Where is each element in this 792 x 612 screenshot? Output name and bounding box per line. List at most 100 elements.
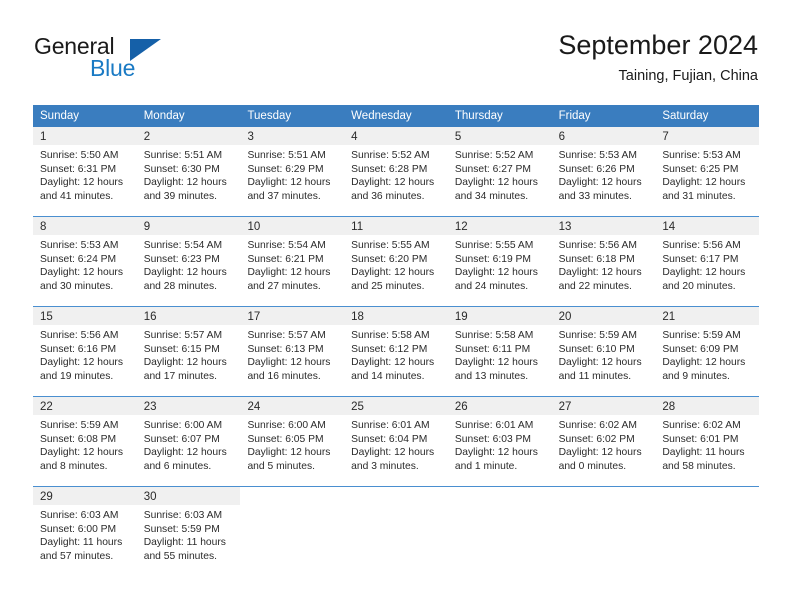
sunrise-text: Sunrise: 6:01 AM (351, 420, 430, 431)
date-strip: 29 (33, 487, 137, 505)
day-cell[interactable]: 18 Sunrise: 5:58 AM Sunset: 6:12 PM Dayligh… (344, 307, 448, 396)
day-cell[interactable]: 2 Sunrise: 5:51 AM Sunset: 6:30 PM Daylight… (136, 127, 241, 216)
date-number: 4 (351, 131, 358, 143)
day-cell[interactable]: 23 Sunrise: 6:00 AM Sunset: 6:07 PM Dayligh… (136, 397, 241, 486)
day-details: Sunrise: 6:03 AM Sunset: 5:59 PM Daylight:… (137, 505, 241, 563)
calendar-weeks: 1 Sunrise: 5:50 AM Sunset: 6:31 PM Daylight… (33, 127, 760, 576)
daylight-text-line2: and 27 minutes. (247, 280, 321, 292)
date-number: 25 (351, 401, 364, 413)
date-strip: 15 (33, 307, 137, 325)
sunset-text: Sunset: 6:27 PM (454, 163, 532, 175)
day-cell[interactable]: 5 Sunrise: 5:52 AM Sunset: 6:27 PM Daylight… (447, 127, 552, 216)
day-details: Sunrise: 5:52 AM Sunset: 6:27 PM Daylight:… (448, 145, 552, 203)
day-cell[interactable]: 20 Sunrise: 5:59 AM Sunset: 6:10 PM Dayligh… (551, 307, 656, 396)
date-number: 21 (662, 311, 676, 323)
sunset-text: Sunset: 6:02 PM (558, 433, 635, 445)
daylight-text-line1: Daylight: 12 hours (143, 267, 227, 279)
date-strip: 23 (136, 397, 241, 415)
day-cell[interactable]: 19 Sunrise: 5:58 AM Sunset: 6:11 PM Dayligh… (447, 307, 552, 396)
day-cell[interactable]: 13 Sunrise: 5:56 AM Sunset: 6:18 PM Dayligh… (551, 217, 656, 306)
sunrise-text: Sunrise: 6:03 AM (143, 510, 223, 521)
date-strip (655, 487, 759, 505)
weekday-header-tuesday: Tuesday (247, 110, 292, 122)
sunset-text: Sunset: 6:13 PM (247, 343, 324, 355)
day-details: Sunrise: 5:59 AM Sunset: 6:10 PM Daylight:… (552, 325, 656, 383)
day-cell[interactable]: 22 Sunrise: 5:59 AM Sunset: 6:08 PM Dayligh… (33, 397, 137, 486)
day-cell[interactable]: 29 Sunrise: 6:03 AM Sunset: 6:00 PM Dayligh… (33, 487, 137, 576)
day-cell[interactable]: 1 Sunrise: 5:50 AM Sunset: 6:31 PM Daylight… (33, 127, 137, 216)
day-cell[interactable]: 7 Sunrise: 5:53 AM Sunset: 6:25 PM Daylight… (655, 127, 760, 216)
day-cell[interactable]: 4 Sunrise: 5:52 AM Sunset: 6:28 PM Daylight… (344, 127, 448, 216)
date-strip: 6 (551, 127, 656, 145)
day-details: Sunrise: 5:50 AM Sunset: 6:31 PM Daylight:… (33, 145, 137, 203)
day-cell[interactable]: 9 Sunrise: 5:54 AM Sunset: 6:23 PM Daylight… (136, 217, 241, 306)
daylight-text-line2: and 30 minutes. (40, 280, 114, 292)
day-cell-empty (447, 487, 552, 576)
daylight-text-line2: and 9 minutes. (662, 370, 730, 382)
sunset-text: Sunset: 6:29 PM (247, 163, 324, 175)
sunset-text: Sunset: 6:04 PM (351, 433, 428, 445)
sunset-text: Sunset: 6:26 PM (558, 163, 635, 175)
sunset-text: Sunset: 5:59 PM (143, 523, 220, 535)
daylight-text-line1: Daylight: 12 hours (351, 357, 435, 369)
day-cell[interactable]: 24 Sunrise: 6:00 AM Sunset: 6:05 PM Dayligh… (240, 397, 345, 486)
weekday-header-wednesday: Wednesday (351, 110, 412, 122)
day-cell[interactable]: 11 Sunrise: 5:55 AM Sunset: 6:20 PM Dayligh… (344, 217, 448, 306)
day-cell[interactable]: 28 Sunrise: 6:02 AM Sunset: 6:01 PM Dayligh… (655, 397, 760, 486)
daylight-text-line2: and 8 minutes. (40, 460, 108, 472)
day-cell[interactable]: 26 Sunrise: 6:01 AM Sunset: 6:03 PM Dayligh… (447, 397, 552, 486)
week-row: 22 Sunrise: 5:59 AM Sunset: 6:08 PM Dayligh… (33, 396, 760, 486)
sunset-text: Sunset: 6:11 PM (454, 343, 531, 355)
day-cell[interactable]: 15 Sunrise: 5:56 AM Sunset: 6:16 PM Dayligh… (33, 307, 137, 396)
daylight-text-line1: Daylight: 12 hours (247, 447, 331, 459)
date-number: 27 (558, 401, 572, 413)
date-number: 12 (454, 221, 468, 233)
daylight-text-line1: Daylight: 12 hours (662, 357, 746, 369)
sunrise-text: Sunrise: 5:56 AM (558, 240, 638, 251)
daylight-text-line1: Daylight: 12 hours (558, 357, 642, 369)
date-number: 8 (40, 221, 47, 233)
date-number: 11 (351, 221, 364, 233)
daylight-text-line1: Daylight: 12 hours (454, 267, 538, 279)
sunrise-text: Sunrise: 5:54 AM (143, 240, 223, 251)
sunrise-text: Sunrise: 5:50 AM (40, 150, 119, 161)
sunrise-text: Sunrise: 5:57 AM (143, 330, 223, 341)
date-number: 9 (143, 221, 151, 233)
day-cell[interactable]: 21 Sunrise: 5:59 AM Sunset: 6:09 PM Dayligh… (655, 307, 760, 396)
day-details: Sunrise: 5:56 AM Sunset: 6:18 PM Daylight:… (552, 235, 656, 293)
date-number: 7 (662, 131, 669, 143)
day-cell[interactable]: 25 Sunrise: 6:01 AM Sunset: 6:04 PM Dayligh… (344, 397, 448, 486)
date-strip: 20 (551, 307, 656, 325)
sunrise-text: Sunrise: 6:02 AM (558, 420, 638, 431)
day-cell[interactable]: 30 Sunrise: 6:03 AM Sunset: 5:59 PM Dayligh… (136, 487, 241, 576)
date-strip: 5 (447, 127, 552, 145)
day-cell[interactable]: 12 Sunrise: 5:55 AM Sunset: 6:19 PM Dayligh… (447, 217, 552, 306)
weekday-header-saturday: Saturday (662, 110, 709, 122)
day-cell[interactable]: 27 Sunrise: 6:02 AM Sunset: 6:02 PM Dayligh… (551, 397, 656, 486)
day-details: Sunrise: 5:56 AM Sunset: 6:16 PM Daylight:… (33, 325, 137, 383)
sunset-text: Sunset: 6:05 PM (247, 433, 324, 445)
day-details: Sunrise: 6:01 AM Sunset: 6:03 PM Daylight:… (448, 415, 552, 473)
sunrise-text: Sunrise: 5:53 AM (40, 240, 119, 251)
weekday-header-row: Sunday Monday Tuesday Wednesday Thursday Frid… (33, 105, 759, 127)
day-details: Sunrise: 5:51 AM Sunset: 6:30 PM Daylight:… (137, 145, 241, 203)
brand-logo[interactable]: General Blue (34, 33, 254, 85)
day-cell[interactable]: 6 Sunrise: 5:53 AM Sunset: 6:26 PM Daylight… (551, 127, 656, 216)
title-block: September 2024 Taining, Fujian, China (558, 28, 758, 86)
day-cell[interactable]: 8 Sunrise: 5:53 AM Sunset: 6:24 PM Daylight… (33, 217, 137, 306)
day-cell[interactable]: 3 Sunrise: 5:51 AM Sunset: 6:29 PM Daylight… (240, 127, 345, 216)
date-strip (344, 487, 448, 505)
sunset-text: Sunset: 6:23 PM (143, 253, 220, 265)
date-number: 5 (454, 131, 462, 143)
daylight-text-line1: Daylight: 12 hours (40, 357, 123, 369)
day-cell[interactable]: 17 Sunrise: 5:57 AM Sunset: 6:13 PM Dayligh… (240, 307, 345, 396)
sunset-text: Sunset: 6:21 PM (247, 253, 324, 265)
date-strip: 8 (33, 217, 137, 235)
daylight-text-line2: and 57 minutes. (40, 550, 114, 562)
day-cell[interactable]: 16 Sunrise: 5:57 AM Sunset: 6:15 PM Dayligh… (136, 307, 241, 396)
date-number: 22 (40, 401, 53, 413)
day-cell[interactable]: 10 Sunrise: 5:54 AM Sunset: 6:21 PM Dayligh… (240, 217, 345, 306)
sunset-text: Sunset: 6:18 PM (558, 253, 635, 265)
day-cell[interactable]: 14 Sunrise: 5:56 AM Sunset: 6:17 PM Dayligh… (655, 217, 760, 306)
daylight-text-line2: and 5 minutes. (247, 460, 315, 472)
